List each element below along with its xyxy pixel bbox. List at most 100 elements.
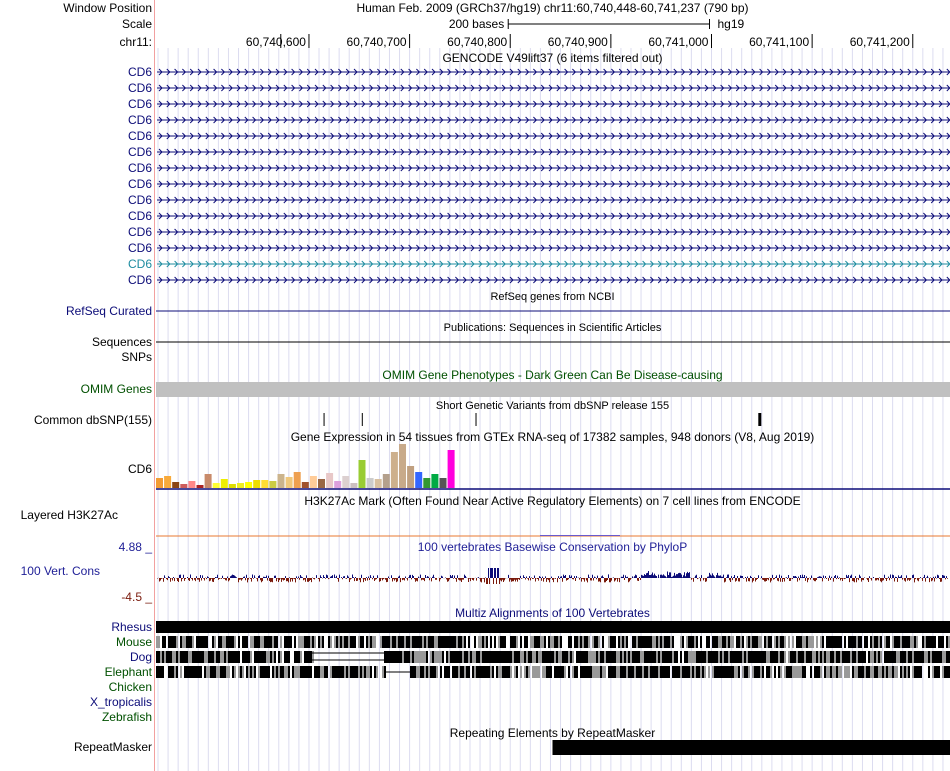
alignment-block [400,651,402,663]
alignment-block [586,666,588,678]
alignment-block [796,636,798,648]
phylop-track-label[interactable]: 100 Vert. Cons [0,564,100,578]
refseq-track-label[interactable]: RefSeq Curated [0,304,152,318]
dbsnp-track-title[interactable]: Short Genetic Variants from dbSNP releas… [155,399,950,413]
gencode-item-label[interactable]: CD6 [0,113,152,127]
snps-track-label[interactable]: SNPs [0,350,152,364]
alignment-block [816,636,818,648]
alignment-block [242,636,244,648]
gencode-item-label[interactable]: CD6 [0,97,152,111]
alignment-block [526,636,528,648]
gtex-bar [342,476,350,488]
alignment-block [198,666,200,678]
dbsnp-track-label[interactable]: Common dbSNP(155) [0,413,152,427]
gtex-track-label[interactable]: CD6 [0,462,152,476]
alignment-block [162,636,164,648]
alignment-block [752,651,754,663]
multiz-track-title[interactable]: Multiz Alignments of 100 Vertebrates [155,606,950,620]
genome-browser-image[interactable]: 200 bases hg19 60,740,600 60,740,700 60,740,… [0,0,950,771]
alignment-block [662,666,664,678]
gencode-item-label[interactable]: CD6 [0,145,152,159]
gencode-item-label[interactable]: CD6 [0,273,152,287]
alignment-block [820,651,822,663]
multiz-species-label[interactable]: Dog [0,650,152,664]
multiz-species-label[interactable]: Zebrafish [0,710,152,724]
alignment-block [300,666,302,678]
gencode-item-label[interactable]: CD6 [0,193,152,207]
alignment-block [422,651,424,663]
repeatmasker-track-label[interactable]: RepeatMasker [0,740,152,754]
omim-track-label[interactable]: OMIM Genes [0,382,152,396]
multiz-species-label[interactable]: Mouse [0,635,152,649]
gtex-bar [399,444,406,488]
gencode-item-label[interactable]: CD6 [0,81,152,95]
repeatmasker-track-title[interactable]: Repeating Elements by RepeatMasker [155,726,950,740]
refseq-track-title[interactable]: RefSeq genes from NCBI [155,290,950,304]
gencode-item-label[interactable]: CD6 [0,161,152,175]
alignment-block [662,636,664,648]
multiz-species-label[interactable]: Chicken [0,680,152,694]
omim-track-title[interactable]: OMIM Gene Phenotypes - Dark Green Can Be… [155,368,950,382]
alignment-block [398,651,400,663]
gencode-item-label[interactable]: CD6 [0,177,152,191]
gtex-bar [407,466,415,488]
alignment-block [496,666,498,678]
gencode-item-label[interactable]: CD6 [0,65,152,79]
h3k27ac-track-title[interactable]: H3K27Ac Mark (Often Found Near Active Re… [155,494,950,508]
alignment-block [830,636,832,648]
alignment-block [258,666,260,678]
alignment-block [726,636,728,648]
alignment-block [734,651,736,663]
alignment-block [904,651,906,663]
sequences-track-label[interactable]: Sequences [0,335,152,349]
alignment-block [274,636,276,648]
alignment-block [626,666,628,678]
phylop-track-title[interactable]: 100 vertebrates Basewise Conservation by… [155,540,950,554]
alignment-block [220,666,222,678]
alignment-block [888,651,890,663]
alignment-block [898,636,900,648]
h3k27ac-track-label[interactable]: Layered H3K27Ac [0,508,118,522]
alignment-block [510,636,512,648]
alignment-block [708,666,710,678]
gencode-item-label[interactable]: CD6 [0,209,152,223]
alignment-block [192,666,194,678]
alignment-block [686,666,688,678]
alignment-block [752,636,754,648]
alignment-block [860,651,862,663]
alignment-block [712,651,714,663]
alignment-block [474,651,476,663]
gencode-item-label[interactable]: CD6 [0,129,152,143]
alignment-block [748,636,750,648]
snp-mark [758,413,762,426]
gencode-item-label[interactable]: CD6 [0,225,152,239]
alignment-block [584,651,586,663]
alignment-block [192,651,194,663]
alignment-block [170,666,172,678]
alignment-block [196,651,198,663]
alignment-block [420,666,422,678]
alignment-block [538,636,540,648]
gtex-track-title[interactable]: Gene Expression in 54 tissues from GTEx … [155,430,950,444]
multiz-species-label[interactable]: Elephant [0,665,152,679]
alignment-block [884,651,886,663]
gencode-track-title[interactable]: GENCODE V49lift37 (6 items filtered out) [155,51,950,65]
alignment-block [216,651,218,663]
alignment-block [902,651,904,663]
alignment-block [782,651,784,663]
alignment-block [526,651,528,663]
alignment-block [260,651,262,663]
publications-track-title[interactable]: Publications: Sequences in Scientific Ar… [155,321,950,335]
multiz-species-label[interactable]: X_tropicalis [0,695,152,709]
alignment-block [266,666,268,678]
alignment-block [424,636,426,648]
gencode-item-label[interactable]: CD6 [0,241,152,255]
alignment-block [682,636,684,648]
multiz-species-label[interactable]: Rhesus [0,620,152,634]
gencode-item-label[interactable]: CD6 [0,257,152,271]
alignment-block [942,651,944,663]
alignment-block [750,636,752,648]
alignment-block [258,651,260,663]
alignment-block [730,636,732,648]
alignment-block [244,651,246,663]
